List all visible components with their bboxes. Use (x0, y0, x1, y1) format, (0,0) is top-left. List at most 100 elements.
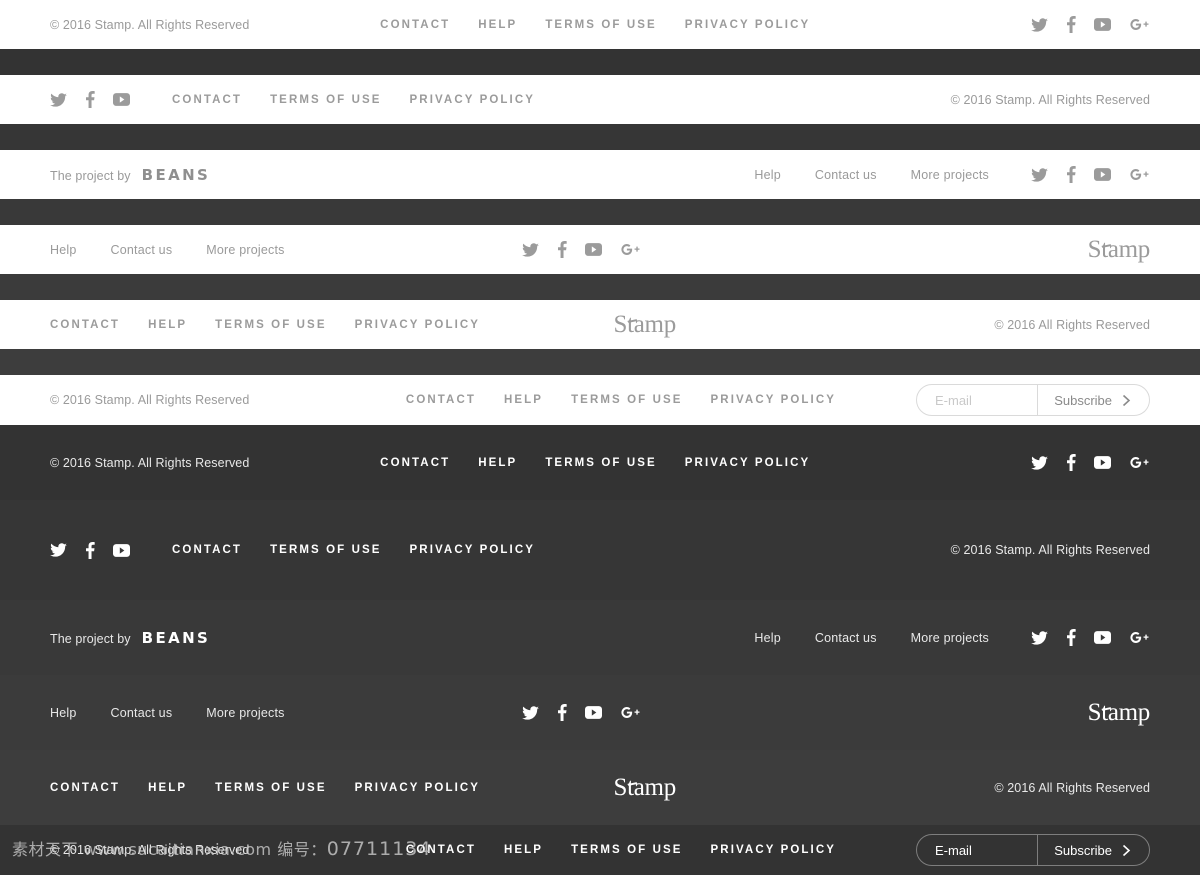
youtube-icon[interactable] (1094, 456, 1111, 469)
google-plus-icon[interactable] (620, 242, 641, 257)
subscribe-button[interactable]: Subscribe (1038, 385, 1149, 415)
twitter-icon[interactable] (521, 242, 539, 257)
google-plus-icon[interactable] (1129, 455, 1150, 470)
nav-contact-us[interactable]: Contact us (815, 631, 877, 645)
nav-help[interactable]: HELP (148, 319, 187, 331)
footer-variant-12: © 2016 Stamp. All Rights Reserved CONTAC… (0, 825, 1200, 875)
nav-more-projects[interactable]: More projects (206, 243, 284, 257)
facebook-icon[interactable] (1066, 454, 1076, 471)
footer-nav: CONTACT HELP TERMS OF USE PRIVACY POLICY (406, 394, 836, 406)
nav-terms-of-use[interactable]: TERMS OF USE (571, 844, 682, 856)
nav-privacy-policy[interactable]: PRIVACY POLICY (711, 394, 836, 406)
beans-logo: BEANS (141, 628, 211, 647)
facebook-icon[interactable] (1066, 629, 1076, 646)
beans-brand: The project by BEANS (50, 629, 210, 647)
nav-help[interactable]: HELP (504, 394, 543, 406)
youtube-icon[interactable] (584, 243, 602, 256)
facebook-icon[interactable] (1066, 16, 1076, 33)
nav-contact[interactable]: CONTACT (406, 844, 476, 856)
google-plus-icon[interactable] (1129, 17, 1150, 32)
nav-privacy-policy[interactable]: PRIVACY POLICY (410, 544, 535, 556)
facebook-icon[interactable] (1066, 166, 1076, 183)
nav-contact[interactable]: CONTACT (50, 782, 120, 794)
nav-terms-of-use[interactable]: TERMS OF USE (545, 457, 656, 469)
youtube-icon[interactable] (1094, 168, 1111, 181)
copyright-text: © 2016 Stamp. All Rights Reserved (50, 843, 250, 857)
nav-terms-of-use[interactable]: TERMS OF USE (215, 782, 326, 794)
copyright-text: © 2016 Stamp. All Rights Reserved (950, 543, 1150, 557)
twitter-icon[interactable] (1031, 455, 1048, 470)
nav-more-projects[interactable]: More projects (911, 631, 989, 645)
nav-help[interactable]: HELP (504, 844, 543, 856)
stamp-logo: Stamp (1087, 236, 1151, 263)
footer-variations-board: © 2016 Stamp. All Rights Reserved CONTAC… (0, 0, 1200, 875)
nav-contact[interactable]: CONTACT (380, 457, 450, 469)
beans-brand: The project by BEANS (50, 166, 210, 184)
nav-privacy-policy[interactable]: PRIVACY POLICY (685, 457, 810, 469)
nav-privacy-policy[interactable]: PRIVACY POLICY (685, 19, 810, 31)
footer-variant-4: Help Contact us More projects Stamp (0, 225, 1200, 274)
nav-help[interactable]: HELP (478, 19, 517, 31)
nav-help[interactable]: HELP (478, 457, 517, 469)
nav-privacy-policy[interactable]: PRIVACY POLICY (410, 94, 535, 106)
facebook-icon[interactable] (557, 241, 567, 258)
nav-more-projects[interactable]: More projects (911, 168, 989, 182)
nav-help[interactable]: HELP (148, 782, 187, 794)
facebook-icon[interactable] (85, 541, 95, 559)
youtube-icon[interactable] (1094, 18, 1111, 31)
social-links (50, 91, 130, 108)
footer-nav: CONTACT HELP TERMS OF USE PRIVACY POLICY (50, 782, 480, 794)
footer-nav: Help Contact us More projects (754, 168, 989, 182)
google-plus-icon[interactable] (620, 705, 641, 720)
social-links (1031, 166, 1150, 183)
email-input[interactable] (917, 835, 1038, 865)
facebook-icon[interactable] (557, 704, 567, 721)
nav-help[interactable]: Help (50, 243, 77, 257)
footer-nav: Help Contact us More projects (754, 631, 989, 645)
nav-contact[interactable]: CONTACT (406, 394, 476, 406)
nav-help[interactable]: Help (50, 706, 77, 720)
nav-terms-of-use[interactable]: TERMS OF USE (571, 394, 682, 406)
nav-terms-of-use[interactable]: TERMS OF USE (270, 94, 381, 106)
google-plus-icon[interactable] (1129, 630, 1150, 645)
youtube-icon[interactable] (113, 93, 130, 106)
facebook-icon[interactable] (85, 91, 95, 108)
nav-contact[interactable]: CONTACT (172, 544, 242, 556)
twitter-icon[interactable] (50, 543, 67, 557)
youtube-icon[interactable] (113, 543, 130, 557)
youtube-icon[interactable] (584, 706, 602, 719)
nav-privacy-policy[interactable]: PRIVACY POLICY (711, 844, 836, 856)
nav-terms-of-use[interactable]: TERMS OF USE (270, 544, 381, 556)
nav-contact-us[interactable]: Contact us (111, 706, 173, 720)
email-input[interactable] (917, 385, 1038, 415)
twitter-icon[interactable] (1031, 17, 1048, 32)
beans-logo: BEANS (141, 165, 211, 184)
twitter-icon[interactable] (50, 92, 67, 107)
nav-privacy-policy[interactable]: PRIVACY POLICY (355, 782, 480, 794)
nav-contact-us[interactable]: Contact us (111, 243, 173, 257)
nav-contact-us[interactable]: Contact us (815, 168, 877, 182)
nav-more-projects[interactable]: More projects (206, 706, 284, 720)
nav-contact[interactable]: CONTACT (172, 94, 242, 106)
stamp-logo: Stamp (613, 774, 677, 801)
google-plus-icon[interactable] (1129, 167, 1150, 182)
footer-variant-3: The project by BEANS Help Contact us Mor… (0, 150, 1200, 199)
twitter-icon[interactable] (1031, 167, 1048, 182)
subscribe-button[interactable]: Subscribe (1038, 835, 1149, 865)
social-links (1031, 629, 1150, 646)
nav-contact[interactable]: CONTACT (50, 319, 120, 331)
nav-help[interactable]: Help (754, 631, 781, 645)
nav-contact[interactable]: CONTACT (380, 19, 450, 31)
social-links (521, 241, 641, 258)
youtube-icon[interactable] (1094, 631, 1111, 644)
nav-help[interactable]: Help (754, 168, 781, 182)
nav-terms-of-use[interactable]: TERMS OF USE (545, 19, 656, 31)
stamp-logo: Stamp (1087, 699, 1151, 726)
subscribe-label: Subscribe (1054, 392, 1112, 408)
nav-privacy-policy[interactable]: PRIVACY POLICY (355, 319, 480, 331)
stamp-logo: Stamp (613, 311, 677, 338)
twitter-icon[interactable] (521, 705, 539, 720)
divider-band-4 (0, 274, 1200, 300)
nav-terms-of-use[interactable]: TERMS OF USE (215, 319, 326, 331)
twitter-icon[interactable] (1031, 630, 1048, 645)
